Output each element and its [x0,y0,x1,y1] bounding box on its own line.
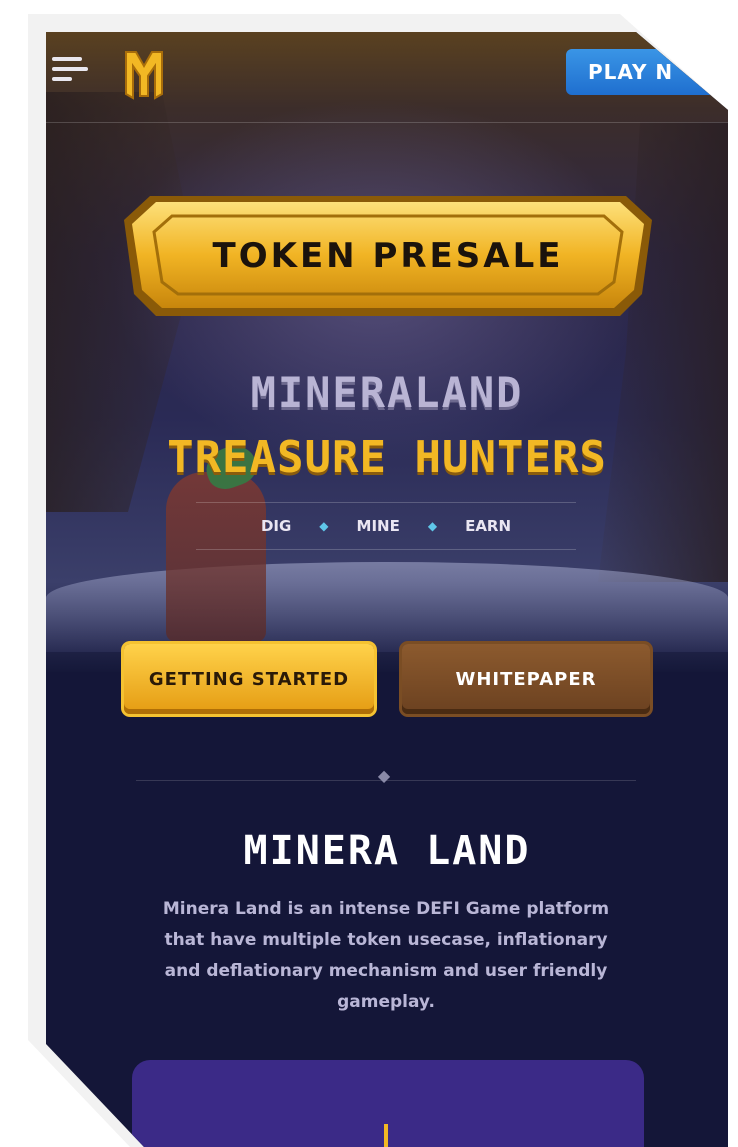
snow-ground [46,562,728,652]
card-accent-mark [384,1124,388,1147]
getting-started-button[interactable]: GETTING STARTED [124,644,374,714]
about-title: MINERA LAND [243,828,531,874]
top-header: PLAY N [46,32,728,123]
diamond-separator-icon: ◆ [427,519,438,533]
tagline-dig: DIG [260,517,292,535]
app-screen: PLAY N TOKEN PRESALE MINERALAND TREASURE… [46,32,728,1147]
tagline-mine: MINE [356,517,400,535]
presale-label: TOKEN PRESALE [212,236,564,276]
whitepaper-button[interactable]: WHITEPAPER [402,644,650,714]
hero-title-line1: MINERALAND [250,368,524,417]
hero-title-line2: TREASURE HUNTERS [167,432,607,483]
tagline-earn: EARN [465,517,512,535]
divider-diamond-icon: ◆ [377,766,391,785]
info-card [132,1060,644,1147]
about-description: Minera Land is an intense DEFI Game plat… [162,899,610,1012]
hamburger-menu-icon[interactable] [52,57,88,87]
play-now-button[interactable]: PLAY N [566,49,728,95]
hero-tagline: DIG ◆ MINE ◆ EARN [196,502,576,550]
game-character-image [166,472,266,642]
token-presale-banner[interactable]: TOKEN PRESALE [120,190,656,322]
m-logo-icon[interactable] [122,46,166,102]
hero-background [46,32,728,672]
diamond-separator-icon: ◆ [319,519,329,533]
